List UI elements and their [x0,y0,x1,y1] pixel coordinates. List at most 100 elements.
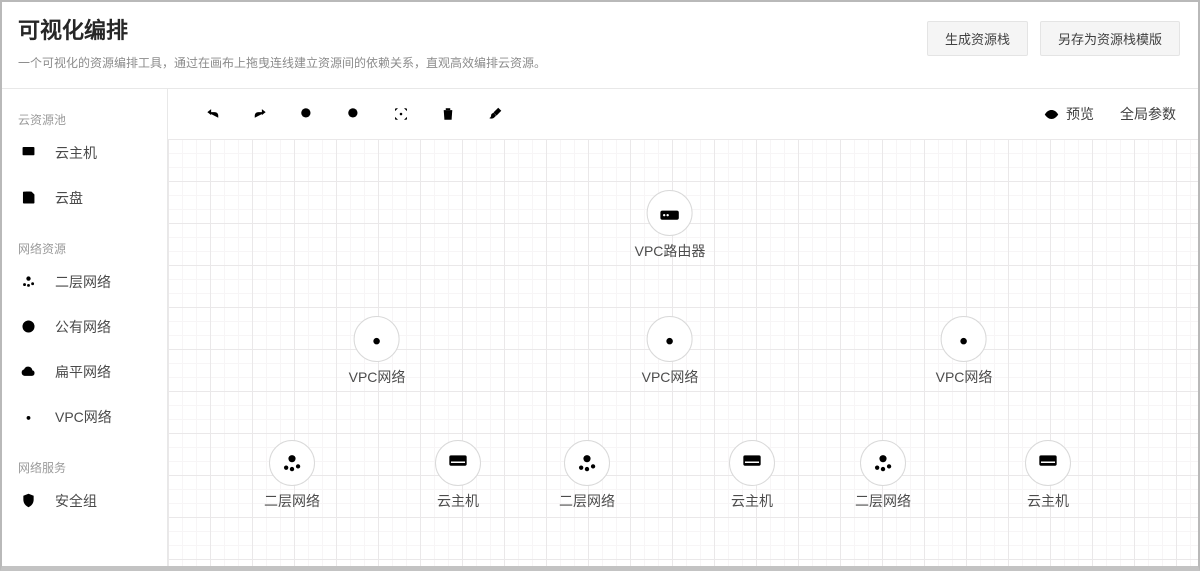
header-actions: 生成资源栈 另存为资源栈模版 [927,21,1180,56]
node-circle [435,440,481,486]
section-network-resources: 网络资源 二层网络 公有网络 扁平网络 VPC网络 [2,240,167,439]
disk-icon [19,188,38,207]
sidebar-item-vm[interactable]: 云主机 [2,130,167,175]
clear-canvas-icon [486,105,504,123]
node-circle [860,440,906,486]
section-label: 云资源池 [2,111,167,130]
node-circle [354,316,400,362]
global-params-label: 全局参数 [1120,104,1176,124]
node-vpc-network[interactable]: VPC网络 [642,316,699,387]
page-header: 可视化编排 一个可视化的资源编排工具，通过在画布上拖曳连线建立资源间的依赖关系，… [2,2,1198,89]
clear-canvas-button[interactable] [486,105,504,123]
undo-button[interactable] [204,105,222,123]
sidebar-item-label: VPC网络 [55,407,112,427]
sidebar-item-label: 公有网络 [55,317,111,337]
node-vm[interactable]: 云主机 [1025,440,1071,511]
node-vpc-router[interactable]: VPC路由器 [635,190,706,261]
node-vm[interactable]: 云主机 [435,440,481,511]
node-label: 云主机 [437,491,479,511]
delete-button[interactable] [439,105,457,123]
zoom-out-button[interactable] [345,105,363,123]
undo-icon [204,105,222,123]
eye-icon [1043,106,1060,123]
redo-button[interactable] [251,105,269,123]
l2-network-icon [279,450,305,476]
node-circle [729,440,775,486]
header-titles: 可视化编排 一个可视化的资源编排工具，通过在画布上拖曳连线建立资源间的依赖关系，… [18,16,546,71]
canvas-grid[interactable]: VPC路由器 VPC网络 VPC网络 VPC网络 二层网络 [168,139,1198,566]
node-label: 二层网络 [855,491,911,511]
page-title: 可视化编排 [18,16,546,46]
node-circle [1025,440,1071,486]
app-window: 可视化编排 一个可视化的资源编排工具，通过在画布上拖曳连线建立资源间的依赖关系，… [0,0,1200,571]
resource-sidebar: 云资源池 云主机 云盘 网络资源 二层网络 公有网络 [2,89,168,566]
vpc-network-icon [657,326,683,352]
node-l2-network[interactable]: 二层网络 [559,440,615,511]
sidebar-item-security-group[interactable]: 安全组 [2,478,167,523]
delete-icon [439,105,457,123]
node-vpc-network[interactable]: VPC网络 [349,316,406,387]
vm-icon [19,143,38,162]
l2-network-icon [870,450,896,476]
sidebar-item-label: 云主机 [55,143,97,163]
node-label: VPC网络 [936,367,993,387]
vm-icon [445,450,471,476]
preview-button[interactable]: 预览 [1043,104,1094,124]
vpc-network-icon [951,326,977,352]
node-l2-network[interactable]: 二层网络 [264,440,320,511]
l2-network-icon [574,450,600,476]
sidebar-item-public-network[interactable]: 公有网络 [2,304,167,349]
save-as-template-button[interactable]: 另存为资源栈模版 [1040,21,1180,56]
zoom-in-button[interactable] [298,105,316,123]
node-label: VPC网络 [642,367,699,387]
vpc-network-icon [364,326,390,352]
fit-view-button[interactable] [392,105,410,123]
node-circle [647,190,693,236]
toolbar-right: 预览 全局参数 [1043,104,1176,124]
vpc-network-icon [19,407,38,426]
node-label: 云主机 [1027,491,1069,511]
sidebar-item-label: 云盘 [55,188,83,208]
node-vm[interactable]: 云主机 [729,440,775,511]
page-subtitle: 一个可视化的资源编排工具，通过在画布上拖曳连线建立资源间的依赖关系，直观高效编排… [18,54,546,71]
sidebar-item-l2-network[interactable]: 二层网络 [2,259,167,304]
node-label: VPC网络 [349,367,406,387]
node-l2-network[interactable]: 二层网络 [855,440,911,511]
security-group-icon [19,491,38,510]
content: 云资源池 云主机 云盘 网络资源 二层网络 公有网络 [2,89,1198,566]
node-circle [941,316,987,362]
flat-network-icon [19,362,38,381]
sidebar-item-vpc-network[interactable]: VPC网络 [2,394,167,439]
node-label: 二层网络 [264,491,320,511]
node-circle [564,440,610,486]
sidebar-item-label: 安全组 [55,491,97,511]
public-network-icon [19,317,38,336]
zoom-in-icon [298,105,316,123]
redo-icon [251,105,269,123]
section-cloud-pool: 云资源池 云主机 云盘 [2,111,167,220]
vm-icon [1035,450,1061,476]
preview-label: 预览 [1066,104,1094,124]
l2-network-icon [19,272,38,291]
vpc-router-icon [657,200,683,226]
node-circle [269,440,315,486]
vm-icon [739,450,765,476]
section-network-services: 网络服务 安全组 [2,459,167,523]
node-label: 云主机 [731,491,773,511]
sidebar-item-flat-network[interactable]: 扁平网络 [2,349,167,394]
fit-view-icon [392,105,410,123]
section-label: 网络资源 [2,240,167,259]
node-circle [647,316,693,362]
toolbar-tools [204,105,504,123]
sidebar-item-label: 扁平网络 [55,362,111,382]
sidebar-item-label: 二层网络 [55,272,111,292]
orchestration-canvas: 预览 全局参数 VPC路由器 VPC网络 [168,89,1198,566]
node-label: 二层网络 [559,491,615,511]
global-params-button[interactable]: 全局参数 [1120,104,1176,124]
generate-stack-button[interactable]: 生成资源栈 [927,21,1028,56]
node-label: VPC路由器 [635,241,706,261]
node-vpc-network[interactable]: VPC网络 [936,316,993,387]
sidebar-item-disk[interactable]: 云盘 [2,175,167,220]
section-label: 网络服务 [2,459,167,478]
canvas-toolbar: 预览 全局参数 [168,89,1198,139]
